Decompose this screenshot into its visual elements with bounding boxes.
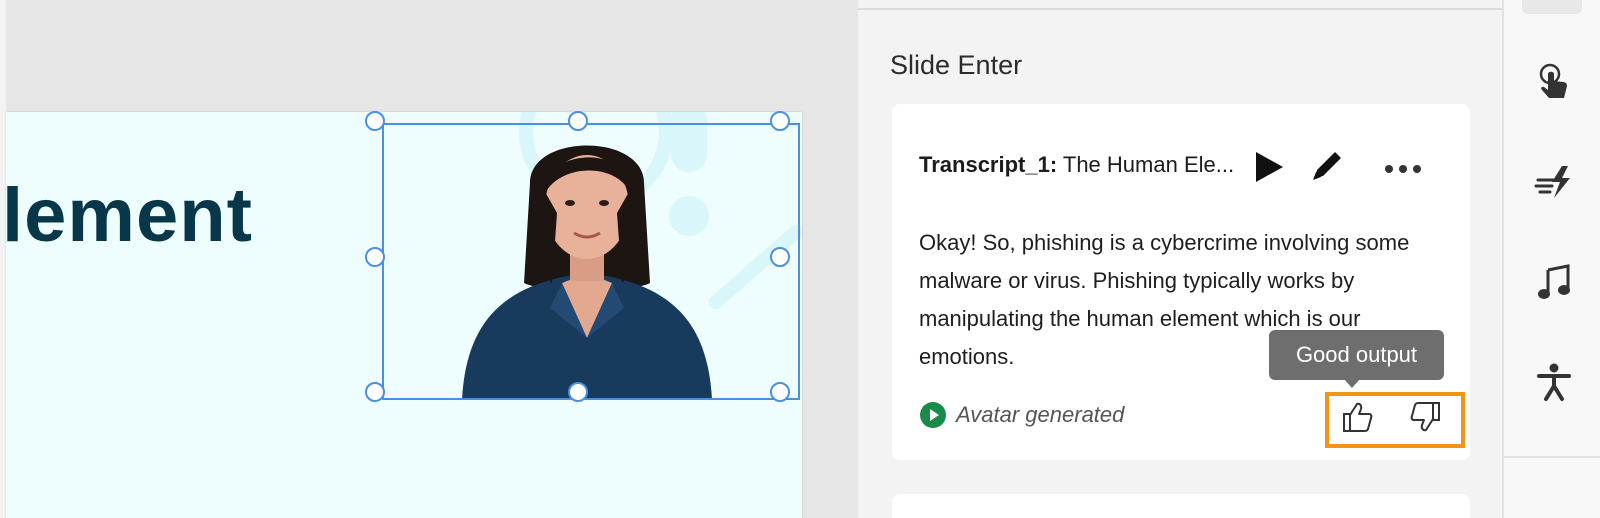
resize-handle-middle-right[interactable] [770,247,790,267]
rail-top-button[interactable] [1522,0,1582,14]
transcript-heading: Transcript_1: The Human Ele... [919,152,1234,178]
transition-icon[interactable] [1534,162,1574,202]
thumbs-up-icon[interactable] [1340,400,1374,434]
touch-icon[interactable] [1534,62,1574,102]
transcript-name-label: Transcript_1: [919,152,1058,177]
resize-handle-top-right[interactable] [770,111,790,131]
accessibility-icon[interactable] [1534,362,1574,402]
music-note-icon[interactable] [1534,262,1574,302]
pencil-icon[interactable] [1309,148,1345,184]
play-icon[interactable] [1254,151,1284,183]
resize-handle-middle-left[interactable] [365,247,385,267]
resize-handle-top-center[interactable] [568,111,588,131]
more-options-icon[interactable] [1384,164,1422,174]
resize-handle-bottom-left[interactable] [365,382,385,402]
avatar-video[interactable] [382,123,800,400]
rail-divider [1504,456,1600,458]
next-transcript-card[interactable] [892,494,1470,518]
avatar-status-text: Avatar generated [956,402,1125,427]
play-circle-icon [920,402,946,428]
avatar-status: Avatar generated [920,402,1124,428]
section-title: Slide Enter [890,50,1023,80]
resize-handle-bottom-right[interactable] [770,382,790,402]
panel-top-divider [858,0,1502,10]
resize-handle-top-left[interactable] [365,111,385,131]
tooltip: Good output [1269,330,1444,380]
tooltip-pointer [1344,379,1360,388]
slide-title[interactable]: lement [6,172,253,259]
resize-handle-bottom-center[interactable] [568,382,588,402]
avatar-image [462,145,712,400]
thumbs-down-icon[interactable] [1409,400,1443,434]
transcript-name-value: The Human Ele... [1057,152,1235,177]
